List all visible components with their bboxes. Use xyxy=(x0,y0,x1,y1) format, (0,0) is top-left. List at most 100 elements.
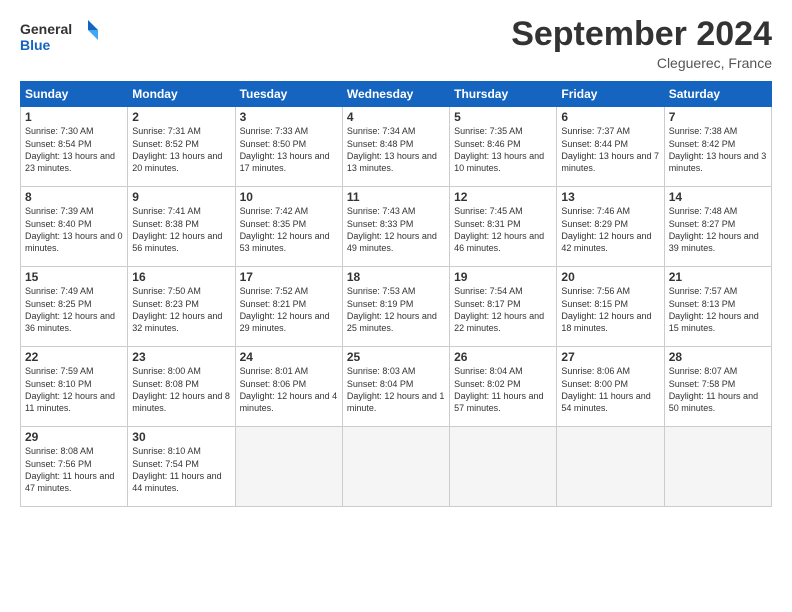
day-cell: 5 Sunrise: 7:35 AMSunset: 8:46 PMDayligh… xyxy=(450,107,557,187)
col-thursday: Thursday xyxy=(450,82,557,107)
header: General Blue September 2024 Cleguerec, F… xyxy=(20,16,772,71)
day-number: 25 xyxy=(347,350,445,364)
day-number: 10 xyxy=(240,190,338,204)
day-cell: 22 Sunrise: 7:59 AMSunset: 8:10 PMDaylig… xyxy=(21,347,128,427)
day-number: 2 xyxy=(132,110,230,124)
day-info: Sunrise: 8:03 AMSunset: 8:04 PMDaylight:… xyxy=(347,365,445,414)
day-cell: 8 Sunrise: 7:39 AMSunset: 8:40 PMDayligh… xyxy=(21,187,128,267)
logo-svg: General Blue xyxy=(20,16,100,56)
day-cell: 27 Sunrise: 8:06 AMSunset: 8:00 PMDaylig… xyxy=(557,347,664,427)
day-cell: 30 Sunrise: 8:10 AMSunset: 7:54 PMDaylig… xyxy=(128,427,235,507)
svg-text:General: General xyxy=(20,21,72,37)
day-number: 14 xyxy=(669,190,767,204)
day-cell: 9 Sunrise: 7:41 AMSunset: 8:38 PMDayligh… xyxy=(128,187,235,267)
day-info: Sunrise: 7:34 AMSunset: 8:48 PMDaylight:… xyxy=(347,125,445,174)
svg-text:Blue: Blue xyxy=(20,37,51,53)
day-cell xyxy=(664,427,771,507)
day-number: 28 xyxy=(669,350,767,364)
day-cell: 17 Sunrise: 7:52 AMSunset: 8:21 PMDaylig… xyxy=(235,267,342,347)
day-cell: 14 Sunrise: 7:48 AMSunset: 8:27 PMDaylig… xyxy=(664,187,771,267)
day-number: 4 xyxy=(347,110,445,124)
day-cell: 12 Sunrise: 7:45 AMSunset: 8:31 PMDaylig… xyxy=(450,187,557,267)
day-number: 3 xyxy=(240,110,338,124)
day-info: Sunrise: 7:50 AMSunset: 8:23 PMDaylight:… xyxy=(132,285,230,334)
day-cell: 21 Sunrise: 7:57 AMSunset: 8:13 PMDaylig… xyxy=(664,267,771,347)
day-cell: 29 Sunrise: 8:08 AMSunset: 7:56 PMDaylig… xyxy=(21,427,128,507)
day-number: 15 xyxy=(25,270,123,284)
day-number: 8 xyxy=(25,190,123,204)
day-info: Sunrise: 7:57 AMSunset: 8:13 PMDaylight:… xyxy=(669,285,767,334)
col-sunday: Sunday xyxy=(21,82,128,107)
day-cell: 16 Sunrise: 7:50 AMSunset: 8:23 PMDaylig… xyxy=(128,267,235,347)
day-cell: 13 Sunrise: 7:46 AMSunset: 8:29 PMDaylig… xyxy=(557,187,664,267)
day-info: Sunrise: 7:43 AMSunset: 8:33 PMDaylight:… xyxy=(347,205,445,254)
day-number: 26 xyxy=(454,350,552,364)
day-number: 17 xyxy=(240,270,338,284)
day-info: Sunrise: 8:01 AMSunset: 8:06 PMDaylight:… xyxy=(240,365,338,414)
day-number: 29 xyxy=(25,430,123,444)
day-cell: 3 Sunrise: 7:33 AMSunset: 8:50 PMDayligh… xyxy=(235,107,342,187)
day-number: 7 xyxy=(669,110,767,124)
day-number: 20 xyxy=(561,270,659,284)
week-row: 29 Sunrise: 8:08 AMSunset: 7:56 PMDaylig… xyxy=(21,427,772,507)
day-info: Sunrise: 7:31 AMSunset: 8:52 PMDaylight:… xyxy=(132,125,230,174)
week-row: 1 Sunrise: 7:30 AMSunset: 8:54 PMDayligh… xyxy=(21,107,772,187)
week-row: 15 Sunrise: 7:49 AMSunset: 8:25 PMDaylig… xyxy=(21,267,772,347)
day-number: 18 xyxy=(347,270,445,284)
day-info: Sunrise: 7:53 AMSunset: 8:19 PMDaylight:… xyxy=(347,285,445,334)
day-cell: 15 Sunrise: 7:49 AMSunset: 8:25 PMDaylig… xyxy=(21,267,128,347)
day-number: 16 xyxy=(132,270,230,284)
day-number: 23 xyxy=(132,350,230,364)
day-number: 11 xyxy=(347,190,445,204)
logo: General Blue xyxy=(20,16,100,56)
day-info: Sunrise: 7:33 AMSunset: 8:50 PMDaylight:… xyxy=(240,125,338,174)
day-info: Sunrise: 7:37 AMSunset: 8:44 PMDaylight:… xyxy=(561,125,659,174)
day-info: Sunrise: 7:56 AMSunset: 8:15 PMDaylight:… xyxy=(561,285,659,334)
day-info: Sunrise: 7:38 AMSunset: 8:42 PMDaylight:… xyxy=(669,125,767,174)
day-number: 22 xyxy=(25,350,123,364)
day-cell: 2 Sunrise: 7:31 AMSunset: 8:52 PMDayligh… xyxy=(128,107,235,187)
day-cell: 25 Sunrise: 8:03 AMSunset: 8:04 PMDaylig… xyxy=(342,347,449,427)
col-wednesday: Wednesday xyxy=(342,82,449,107)
day-cell: 18 Sunrise: 7:53 AMSunset: 8:19 PMDaylig… xyxy=(342,267,449,347)
day-number: 27 xyxy=(561,350,659,364)
day-info: Sunrise: 8:04 AMSunset: 8:02 PMDaylight:… xyxy=(454,365,552,414)
day-cell: 20 Sunrise: 7:56 AMSunset: 8:15 PMDaylig… xyxy=(557,267,664,347)
week-row: 22 Sunrise: 7:59 AMSunset: 8:10 PMDaylig… xyxy=(21,347,772,427)
day-info: Sunrise: 8:00 AMSunset: 8:08 PMDaylight:… xyxy=(132,365,230,414)
col-saturday: Saturday xyxy=(664,82,771,107)
col-friday: Friday xyxy=(557,82,664,107)
day-cell xyxy=(235,427,342,507)
day-info: Sunrise: 8:10 AMSunset: 7:54 PMDaylight:… xyxy=(132,445,230,494)
day-info: Sunrise: 7:49 AMSunset: 8:25 PMDaylight:… xyxy=(25,285,123,334)
day-cell: 28 Sunrise: 8:07 AMSunset: 7:58 PMDaylig… xyxy=(664,347,771,427)
day-info: Sunrise: 7:39 AMSunset: 8:40 PMDaylight:… xyxy=(25,205,123,254)
day-info: Sunrise: 7:52 AMSunset: 8:21 PMDaylight:… xyxy=(240,285,338,334)
day-cell: 4 Sunrise: 7:34 AMSunset: 8:48 PMDayligh… xyxy=(342,107,449,187)
header-row: Sunday Monday Tuesday Wednesday Thursday… xyxy=(21,82,772,107)
day-number: 9 xyxy=(132,190,230,204)
title-block: September 2024 Cleguerec, France xyxy=(511,16,772,71)
day-cell: 11 Sunrise: 7:43 AMSunset: 8:33 PMDaylig… xyxy=(342,187,449,267)
day-number: 19 xyxy=(454,270,552,284)
day-cell: 24 Sunrise: 8:01 AMSunset: 8:06 PMDaylig… xyxy=(235,347,342,427)
day-number: 1 xyxy=(25,110,123,124)
day-info: Sunrise: 8:07 AMSunset: 7:58 PMDaylight:… xyxy=(669,365,767,414)
location: Cleguerec, France xyxy=(511,55,772,71)
day-info: Sunrise: 8:06 AMSunset: 8:00 PMDaylight:… xyxy=(561,365,659,414)
day-number: 5 xyxy=(454,110,552,124)
day-cell: 10 Sunrise: 7:42 AMSunset: 8:35 PMDaylig… xyxy=(235,187,342,267)
page: General Blue September 2024 Cleguerec, F… xyxy=(0,0,792,612)
day-number: 13 xyxy=(561,190,659,204)
day-cell xyxy=(342,427,449,507)
day-info: Sunrise: 8:08 AMSunset: 7:56 PMDaylight:… xyxy=(25,445,123,494)
col-monday: Monday xyxy=(128,82,235,107)
day-info: Sunrise: 7:59 AMSunset: 8:10 PMDaylight:… xyxy=(25,365,123,414)
day-cell: 26 Sunrise: 8:04 AMSunset: 8:02 PMDaylig… xyxy=(450,347,557,427)
day-info: Sunrise: 7:42 AMSunset: 8:35 PMDaylight:… xyxy=(240,205,338,254)
day-number: 12 xyxy=(454,190,552,204)
day-number: 6 xyxy=(561,110,659,124)
col-tuesday: Tuesday xyxy=(235,82,342,107)
day-cell: 23 Sunrise: 8:00 AMSunset: 8:08 PMDaylig… xyxy=(128,347,235,427)
day-info: Sunrise: 7:48 AMSunset: 8:27 PMDaylight:… xyxy=(669,205,767,254)
